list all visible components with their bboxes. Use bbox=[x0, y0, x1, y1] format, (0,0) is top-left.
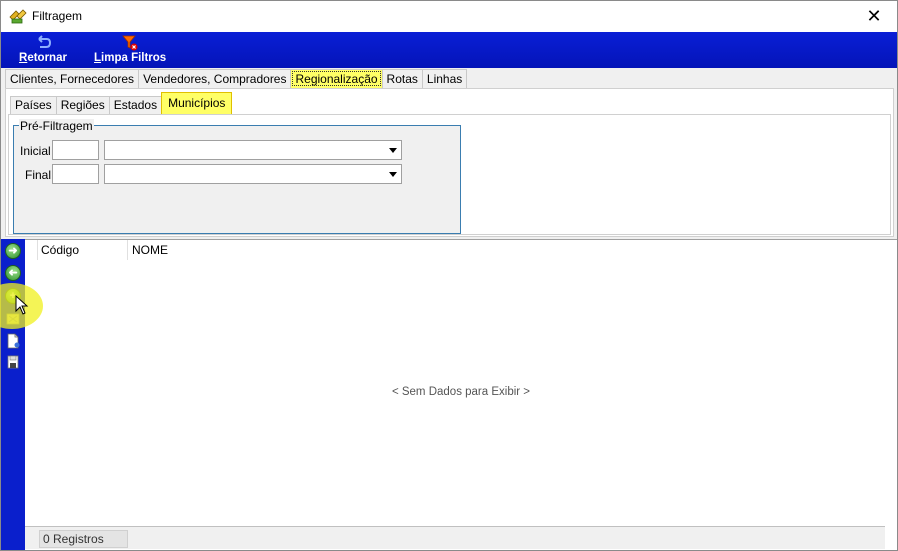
document-icon[interactable] bbox=[5, 333, 21, 349]
regionalizacao-panel: Países Regiões Estados Municípios Pré-Fi… bbox=[5, 88, 894, 237]
funnel-clear-icon bbox=[122, 35, 138, 50]
close-button[interactable]: ✕ bbox=[851, 1, 897, 32]
inicial-combo[interactable] bbox=[104, 140, 402, 160]
tab-clientes-fornecedores[interactable]: Clientes, Fornecedores bbox=[5, 69, 140, 88]
app-icon bbox=[9, 9, 27, 24]
inicial-code-input[interactable] bbox=[52, 140, 99, 160]
final-label: Final bbox=[25, 168, 52, 182]
close-icon: ✕ bbox=[866, 6, 882, 26]
tab-regionalizacao[interactable]: Regionalização bbox=[290, 69, 383, 88]
tab-vendedores-compradores[interactable]: Vendedores, Compradores bbox=[138, 69, 292, 88]
column-separator bbox=[127, 240, 128, 260]
toolbar: Retornar Limpa Filtros bbox=[1, 32, 897, 68]
filtragem-window: Filtragem ✕ Retornar Limpa Filtros Clien… bbox=[0, 0, 898, 551]
limpa-filtros-button[interactable]: Limpa Filtros bbox=[94, 34, 166, 64]
chevron-down-icon bbox=[389, 172, 397, 177]
tab-linhas[interactable]: Linhas bbox=[421, 69, 468, 88]
add-icon[interactable]: + bbox=[5, 288, 21, 304]
record-count: 0 Registros bbox=[39, 530, 128, 548]
return-arrow-icon bbox=[38, 35, 51, 48]
action-sidebar: ➜ ➜ + bbox=[1, 239, 25, 550]
pre-filtragem-legend: Pré-Filtragem bbox=[19, 119, 94, 133]
column-separator bbox=[37, 240, 38, 260]
remove-icon[interactable] bbox=[5, 311, 21, 327]
arrow-right-icon[interactable]: ➜ bbox=[5, 243, 21, 259]
tab-estados[interactable]: Estados bbox=[108, 96, 163, 114]
inicial-label: Inicial bbox=[20, 144, 51, 158]
tab-rotas[interactable]: Rotas bbox=[381, 69, 423, 88]
window-title: Filtragem bbox=[32, 9, 83, 23]
pre-filtragem-group: Pré-Filtragem Inicial Final bbox=[13, 119, 461, 234]
limpa-filtros-label: Limpa Filtros bbox=[94, 52, 167, 64]
final-code-input[interactable] bbox=[52, 164, 99, 184]
final-combo[interactable] bbox=[104, 164, 402, 184]
grid-footer: 0 Registros bbox=[25, 526, 885, 549]
tab-regioes[interactable]: Regiões bbox=[55, 96, 110, 114]
save-icon[interactable] bbox=[5, 354, 21, 370]
retornar-button[interactable]: Retornar bbox=[19, 34, 67, 64]
chevron-down-icon bbox=[389, 148, 397, 153]
column-header-nome[interactable]: NOME bbox=[132, 243, 168, 257]
tab-paises[interactable]: Países bbox=[10, 96, 57, 114]
tab-municipios[interactable]: Municípios bbox=[161, 92, 233, 114]
grid-header: Código NOME bbox=[25, 240, 885, 260]
retornar-label: Retornar bbox=[19, 52, 67, 64]
column-header-codigo[interactable]: Código bbox=[41, 243, 79, 257]
municipios-panel: Pré-Filtragem Inicial Final bbox=[8, 114, 891, 235]
empty-message: < Sem Dados para Exibir > bbox=[391, 386, 531, 398]
results-grid[interactable]: Código NOME < Sem Dados para Exibir > bbox=[25, 239, 897, 550]
arrow-left-icon[interactable]: ➜ bbox=[5, 265, 21, 281]
title-bar: Filtragem ✕ bbox=[1, 1, 897, 32]
sub-tabs: Países Regiões Estados Municípios bbox=[10, 92, 233, 114]
main-tabs: Clientes, Fornecedores Vendedores, Compr… bbox=[5, 69, 468, 88]
